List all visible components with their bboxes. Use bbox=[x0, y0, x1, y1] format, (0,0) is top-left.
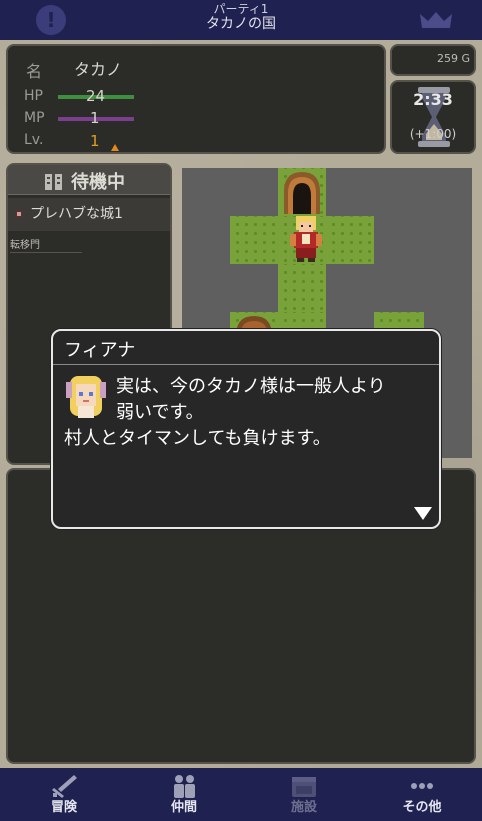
party-icon bbox=[174, 775, 195, 798]
lv-value: 1 bbox=[90, 132, 100, 150]
hp-value: 24 bbox=[86, 87, 106, 105]
dialog-line-2: 弱いです。 bbox=[116, 402, 204, 423]
dialog-divider bbox=[53, 364, 439, 365]
mp-label: MP bbox=[24, 110, 45, 126]
timer-value: 2:33 bbox=[413, 90, 453, 109]
tab-label: 仲間 bbox=[170, 800, 197, 815]
location-status: 待機中 bbox=[71, 172, 125, 193]
tab-label: 冒険 bbox=[50, 800, 77, 815]
gold-amount: 259 G bbox=[436, 52, 470, 65]
dialog-line-1: 実は、今のタカノ様は一般人より bbox=[116, 376, 386, 397]
teleport-gate-link[interactable]: 転移門 bbox=[10, 236, 40, 251]
status-panel bbox=[6, 44, 386, 154]
dialog-line-3: 村人とタイマンしても負けます。 bbox=[64, 428, 331, 449]
tab-label: その他 bbox=[402, 800, 442, 815]
more-icon bbox=[411, 783, 433, 789]
tab-adventure[interactable]: 冒険 bbox=[4, 768, 124, 821]
speaker-name: フィアナ bbox=[64, 340, 136, 361]
hp-label: HP bbox=[24, 88, 43, 104]
fiana-portrait bbox=[66, 376, 106, 418]
crown-icon[interactable] bbox=[418, 10, 454, 30]
map-tile bbox=[230, 216, 278, 264]
cave-entrance-icon bbox=[284, 172, 320, 214]
location-name: プレハブな城1 bbox=[30, 206, 123, 222]
character-name: タカノ bbox=[74, 60, 123, 79]
next-arrow-icon[interactable] bbox=[414, 507, 432, 520]
timer-bonus: (+1:00) bbox=[409, 127, 457, 141]
name-label: 名 bbox=[26, 62, 43, 81]
tab-facility[interactable]: 施設 bbox=[244, 768, 364, 821]
map-tile bbox=[278, 264, 326, 312]
sword-icon bbox=[52, 775, 77, 798]
mp-value: 1 bbox=[90, 109, 100, 127]
party-name: パーティ1 bbox=[213, 2, 269, 16]
map-tile bbox=[326, 216, 374, 264]
location-divider bbox=[10, 252, 82, 253]
facility-icon bbox=[292, 777, 316, 797]
tab-other[interactable]: その他 bbox=[362, 768, 482, 821]
tab-label: 施設 bbox=[290, 800, 317, 815]
castle-icon bbox=[16, 211, 22, 217]
level-up-icon bbox=[111, 144, 119, 151]
lv-label: Lv. bbox=[24, 132, 44, 148]
country-name: タカノの国 bbox=[206, 16, 276, 32]
hero-sprite bbox=[290, 216, 322, 262]
tab-party[interactable]: 仲間 bbox=[124, 768, 244, 821]
